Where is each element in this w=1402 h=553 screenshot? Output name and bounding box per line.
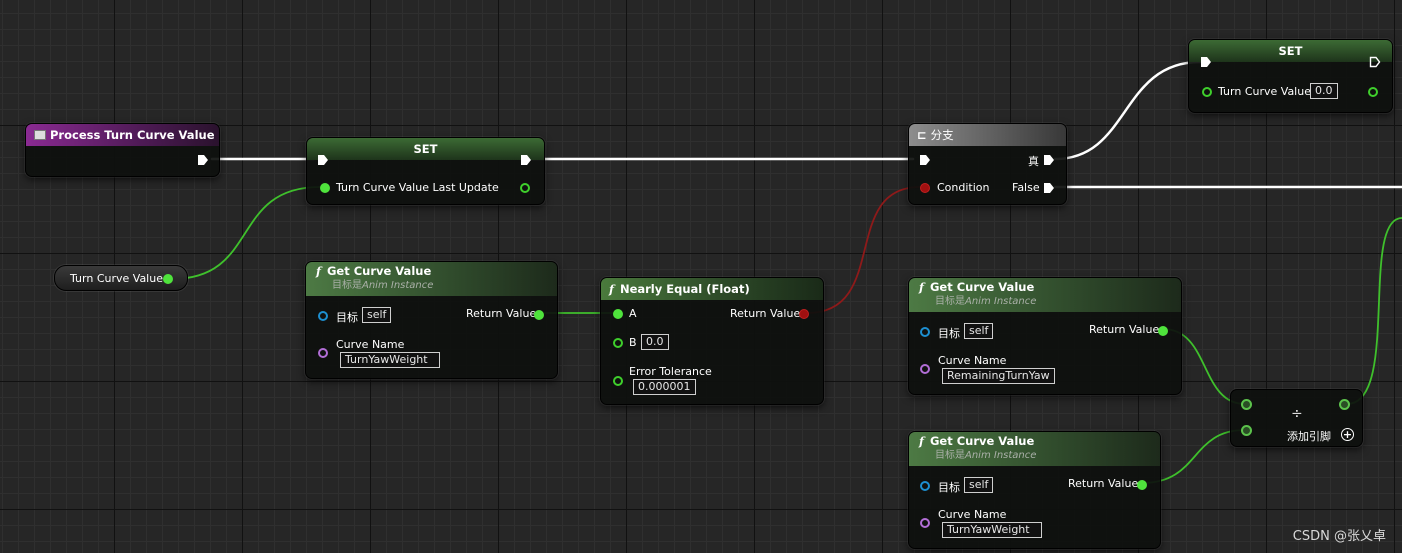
float-out-pin[interactable] xyxy=(1158,326,1168,336)
target-prefix: 目标是 xyxy=(935,296,965,307)
float-in-pin[interactable] xyxy=(1202,87,1212,97)
set-pin-label: Turn Curve Value Last Update xyxy=(336,181,499,194)
target-label: 目标 xyxy=(938,481,960,494)
bool-in-pin[interactable] xyxy=(920,183,930,193)
function-title: Nearly Equal (Float) xyxy=(619,282,750,296)
target-class: Anim Instance xyxy=(362,280,434,291)
float-in-pin-tolerance[interactable] xyxy=(613,376,623,386)
set-node-header: SET xyxy=(1189,40,1392,62)
target-class: Anim Instance xyxy=(965,450,1037,461)
return-value-label: Return Value xyxy=(1068,477,1139,490)
function-node-header: f Get Curve Value 目标是Anim Instance xyxy=(909,278,1181,312)
target-value-field[interactable]: self xyxy=(362,307,392,323)
set-pin-label: Turn Curve Value xyxy=(1218,85,1311,98)
set-node-turn-curve-value[interactable]: SET Turn Curve Value 0.0 xyxy=(1188,39,1393,113)
add-pin-label: 添加引脚 xyxy=(1287,430,1331,443)
a-label: A xyxy=(629,307,637,320)
name-in-pin[interactable] xyxy=(920,364,930,374)
curve-name-label: Curve Name xyxy=(938,354,1007,367)
function-title: Get Curve Value xyxy=(929,434,1035,448)
add-pin-icon[interactable]: + xyxy=(1341,428,1354,441)
branch-node-header: ⊏ 分支 xyxy=(909,124,1066,146)
function-title: Get Curve Value xyxy=(326,264,432,278)
float-in-pin-2[interactable] xyxy=(1241,425,1252,436)
target-value-field[interactable]: self xyxy=(964,323,994,339)
true-label: 真 xyxy=(1028,155,1039,168)
curve-name-label: Curve Name xyxy=(336,338,405,351)
condition-label: Condition xyxy=(937,181,990,194)
set-node-title: SET xyxy=(1278,44,1303,58)
branch-title: 分支 xyxy=(930,128,954,142)
divide-symbol: ÷ xyxy=(1291,406,1303,422)
b-value-field[interactable]: 0.0 xyxy=(641,334,669,350)
function-node-get-curve-value-3[interactable]: f Get Curve Value 目标是Anim Instance 目标 sel… xyxy=(908,431,1161,549)
function-node-header: f Nearly Equal (Float) xyxy=(601,278,823,300)
exec-wire-true-to-set xyxy=(1053,60,1202,161)
false-label: False xyxy=(1012,181,1040,194)
function-icon: f xyxy=(919,434,924,448)
target-prefix: 目标是 xyxy=(332,280,362,291)
curve-name-field[interactable]: RemainingTurnYaw xyxy=(942,368,1055,384)
float-out-pin[interactable] xyxy=(163,274,173,284)
branch-icon: ⊏ xyxy=(917,128,927,142)
float-in-pin[interactable] xyxy=(320,183,330,193)
float-wire-divide-out xyxy=(1346,217,1402,405)
bool-out-pin[interactable] xyxy=(799,309,809,319)
target-label: 目标 xyxy=(336,311,358,324)
event-node-title: Process Turn Curve Value xyxy=(50,128,215,142)
set-node-turn-curve-value-last-update[interactable]: SET Turn Curve Value Last Update xyxy=(306,137,545,205)
b-label: B xyxy=(629,336,637,349)
event-node-process-turn-curve-value[interactable]: Process Turn Curve Value xyxy=(25,123,220,177)
variable-label: Turn Curve Value xyxy=(70,272,163,285)
target-class: Anim Instance xyxy=(965,296,1037,307)
return-value-label: Return Value xyxy=(730,307,801,320)
event-node-header: Process Turn Curve Value xyxy=(26,124,219,146)
float-in-pin-b[interactable] xyxy=(613,338,623,348)
return-value-label: Return Value xyxy=(1089,323,1160,336)
function-title: Get Curve Value xyxy=(929,280,1035,294)
float-out-pin[interactable] xyxy=(1339,399,1350,410)
event-icon xyxy=(34,130,46,140)
tolerance-label: Error Tolerance xyxy=(629,365,712,378)
function-node-header: f Get Curve Value 目标是Anim Instance xyxy=(306,262,557,296)
watermark: CSDN @张乂卓 xyxy=(1292,529,1386,544)
object-in-pin[interactable] xyxy=(318,311,328,321)
float-in-pin-1[interactable] xyxy=(1241,399,1252,410)
function-node-get-curve-value-2[interactable]: f Get Curve Value 目标是Anim Instance 目标 sel… xyxy=(908,277,1182,395)
float-out-pin[interactable] xyxy=(1368,87,1378,97)
function-node-get-curve-value-1[interactable]: f Get Curve Value 目标是Anim Instance 目标 sel… xyxy=(305,261,558,379)
object-in-pin[interactable] xyxy=(920,327,930,337)
target-label: 目标 xyxy=(938,327,960,340)
curve-name-label: Curve Name xyxy=(938,508,1007,521)
curve-name-field[interactable]: TurnYawWeight xyxy=(340,352,440,368)
branch-node[interactable]: ⊏ 分支 真 Condition False xyxy=(908,123,1067,205)
function-icon: f xyxy=(919,280,924,294)
function-icon: f xyxy=(316,264,321,278)
set-node-header: SET xyxy=(307,138,544,160)
name-in-pin[interactable] xyxy=(318,348,328,358)
float-out-pin[interactable] xyxy=(534,310,544,320)
target-prefix: 目标是 xyxy=(935,450,965,461)
function-icon: f xyxy=(609,282,614,296)
function-node-nearly-equal-float[interactable]: f Nearly Equal (Float) A Return Value B 0… xyxy=(600,277,824,405)
object-in-pin[interactable] xyxy=(920,481,930,491)
float-wire-var-to-set xyxy=(171,186,321,280)
target-value-field[interactable]: self xyxy=(964,477,994,493)
divide-node[interactable]: ÷ 添加引脚 + xyxy=(1230,389,1363,447)
set-pin-value-field[interactable]: 0.0 xyxy=(1310,83,1338,99)
curve-name-field[interactable]: TurnYawWeight xyxy=(942,522,1042,538)
float-out-pin[interactable] xyxy=(1137,480,1147,490)
tolerance-value-field[interactable]: 0.000001 xyxy=(633,379,696,395)
float-out-pin[interactable] xyxy=(520,183,530,193)
return-value-label: Return Value xyxy=(466,307,537,320)
function-node-header: f Get Curve Value 目标是Anim Instance xyxy=(909,432,1160,466)
float-in-pin-a[interactable] xyxy=(613,309,623,319)
variable-node-turn-curve-value[interactable]: Turn Curve Value xyxy=(54,265,188,291)
name-in-pin[interactable] xyxy=(920,518,930,528)
set-node-title: SET xyxy=(413,142,438,156)
